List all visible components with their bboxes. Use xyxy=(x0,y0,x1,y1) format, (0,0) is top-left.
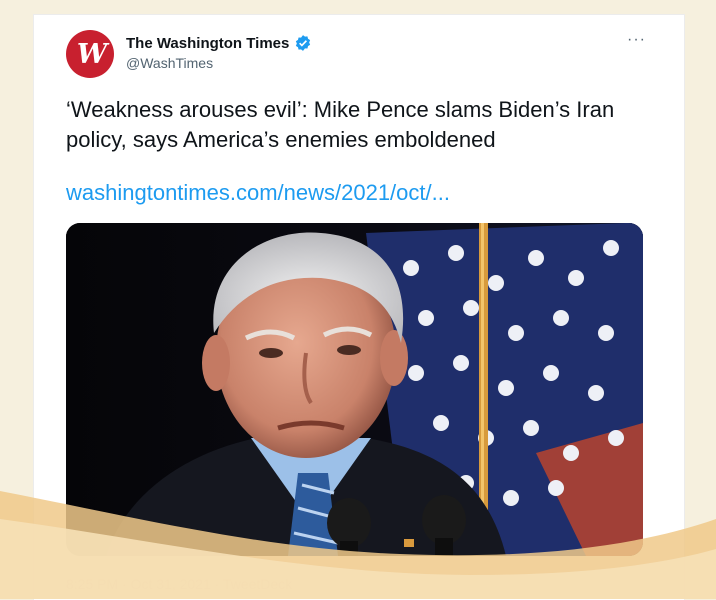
account-name-row: The Washington Times xyxy=(126,34,312,52)
tweet-card[interactable]: W The Washington Times @WashTimes ··· ‘W… xyxy=(33,14,685,600)
account-handle[interactable]: @WashTimes xyxy=(126,55,213,71)
tweet-photo[interactable] xyxy=(66,223,643,556)
tweet-link[interactable]: washingtontimes.com/news/2021/oct/... xyxy=(66,180,450,206)
avatar-logo: W xyxy=(76,38,107,70)
tweet-timestamp[interactable]: 8:25 PM · Oct 31, 2021 · TweetDeck xyxy=(66,576,292,592)
avatar[interactable]: W xyxy=(66,30,114,78)
tweet-text: ‘Weakness arouses evil’: Mike Pence slam… xyxy=(66,97,615,152)
account-name[interactable]: The Washington Times xyxy=(126,35,289,52)
verified-badge-icon xyxy=(296,35,311,51)
more-options-icon[interactable]: ··· xyxy=(627,31,646,49)
photo-icon xyxy=(66,223,643,556)
